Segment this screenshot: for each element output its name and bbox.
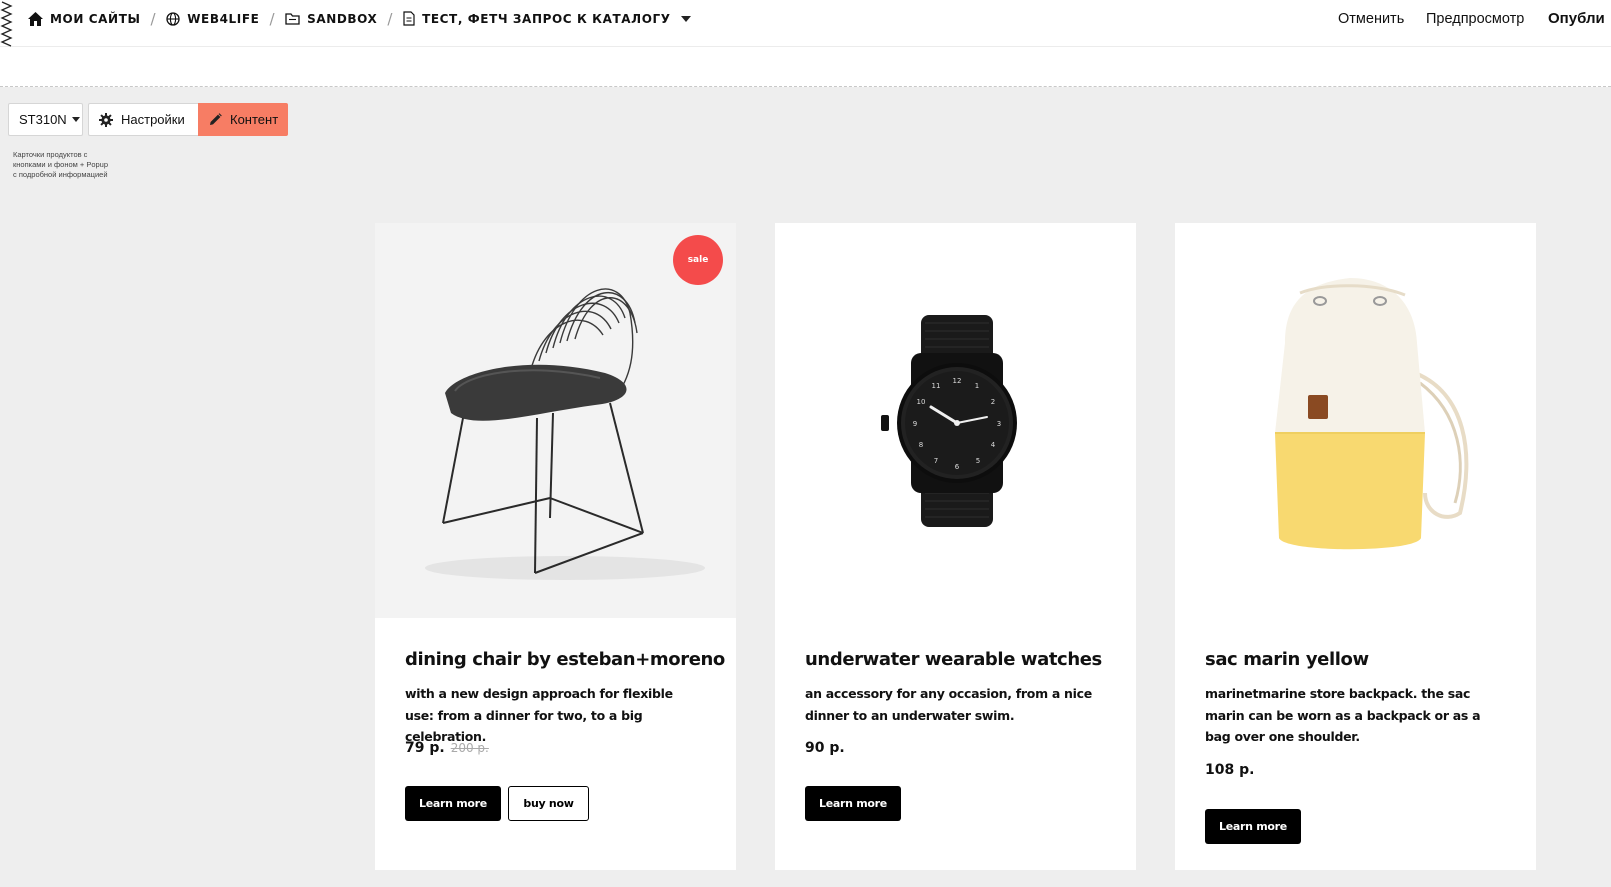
globe-icon	[166, 11, 180, 26]
watch-image: 12 3 6 9 1 2 4 5 7 8 10 11	[775, 223, 1136, 618]
preview-label: Предпросмотр	[1426, 10, 1525, 27]
preview-button[interactable]: Предпросмотр	[1426, 0, 1524, 37]
breadcrumb-separator: /	[387, 9, 394, 28]
block-code-dropdown[interactable]: ST310N	[8, 103, 83, 136]
product-price: 90 р.	[805, 740, 845, 756]
learn-more-button[interactable]: Learn more	[805, 786, 901, 821]
cancel-button[interactable]: Отменить	[1338, 0, 1404, 37]
product-card: 12 3 6 9 1 2 4 5 7 8 10 11 underwater we…	[775, 223, 1136, 870]
chair-image: sale	[375, 223, 736, 618]
product-description: with a new design approach for flexible …	[405, 686, 673, 744]
breadcrumb-label: WEB4LIFE	[187, 11, 260, 26]
breadcrumb-web4life[interactable]: WEB4LIFE	[166, 12, 259, 26]
page-icon	[403, 11, 415, 26]
breadcrumb-label: SANDBOX	[307, 11, 378, 26]
product-price: 79 р. 200 р.	[405, 740, 489, 756]
breadcrumb: МОИ САЙТЫ / WEB4LIFE / SANDBOX / ТЕСТ, Ф…	[28, 0, 691, 37]
top-bar: МОИ САЙТЫ / WEB4LIFE / SANDBOX / ТЕСТ, Ф…	[0, 0, 1611, 47]
product-card: sac marin yellow marinetmarine store bac…	[1175, 223, 1536, 870]
breadcrumb-label: МОИ САЙТЫ	[50, 11, 141, 26]
product-card: sale dining chair by esteban+moreno with…	[375, 223, 736, 870]
sale-badge: sale	[673, 235, 723, 285]
chevron-down-icon[interactable]	[680, 15, 691, 22]
svg-text:9: 9	[913, 420, 917, 428]
current-price: 79 р.	[405, 740, 445, 756]
block-content-label: Контент	[230, 112, 279, 127]
pencil-icon	[210, 113, 222, 125]
breadcrumb-sandbox[interactable]: SANDBOX	[285, 12, 377, 26]
svg-text:3: 3	[997, 420, 1001, 428]
learn-more-button[interactable]: Learn more	[405, 786, 501, 821]
block-settings-label: Настройки	[121, 112, 185, 127]
breadcrumb-label: ТЕСТ, ФЕТЧ ЗАПРОС К КАТАЛОГУ	[422, 11, 671, 26]
old-price: 200 р.	[450, 741, 489, 755]
product-title: dining chair by esteban+moreno	[405, 649, 725, 670]
svg-text:10: 10	[917, 398, 926, 406]
backpack-image	[1175, 223, 1536, 618]
page-top-strip	[0, 47, 1611, 87]
product-title: underwater wearable watches	[805, 649, 1102, 670]
svg-text:11: 11	[932, 382, 941, 390]
svg-text:8: 8	[919, 441, 923, 449]
block-settings-button[interactable]: Настройки	[88, 103, 199, 136]
block-description: Карточки продуктов с кнопками и фоном + …	[13, 150, 109, 179]
product-price: 108 р.	[1205, 762, 1255, 778]
block-content-button[interactable]: Контент	[198, 103, 288, 136]
chevron-down-icon	[71, 117, 80, 122]
learn-more-button[interactable]: Learn more	[1205, 809, 1301, 844]
gear-icon	[99, 112, 113, 127]
product-title: sac marin yellow	[1205, 649, 1369, 670]
zigzag-decoration-icon	[0, 1, 13, 47]
breadcrumb-separator: /	[269, 9, 276, 28]
publish-button[interactable]: Опубли	[1548, 0, 1605, 37]
svg-text:4: 4	[991, 441, 996, 449]
folder-icon	[285, 12, 300, 25]
cancel-label: Отменить	[1338, 10, 1405, 27]
product-description: an accessory for any occasion, from a ni…	[805, 686, 1092, 723]
breadcrumb-separator: /	[150, 9, 157, 28]
product-description: marinetmarine store backpack. the sac ma…	[1205, 686, 1481, 744]
breadcrumb-my-sites[interactable]: МОИ САЙТЫ	[28, 11, 141, 26]
publish-label: Опубли	[1548, 10, 1605, 27]
svg-text:6: 6	[955, 463, 960, 471]
svg-text:1: 1	[975, 382, 979, 390]
svg-text:12: 12	[953, 377, 962, 385]
block-code-label: ST310N	[19, 112, 67, 127]
svg-text:7: 7	[934, 457, 938, 465]
svg-text:2: 2	[991, 398, 995, 406]
home-icon	[28, 11, 43, 26]
buy-now-button[interactable]: buy now	[508, 786, 589, 821]
svg-text:5: 5	[976, 457, 980, 465]
breadcrumb-page[interactable]: ТЕСТ, ФЕТЧ ЗАПРОС К КАТАЛОГУ	[403, 11, 671, 26]
